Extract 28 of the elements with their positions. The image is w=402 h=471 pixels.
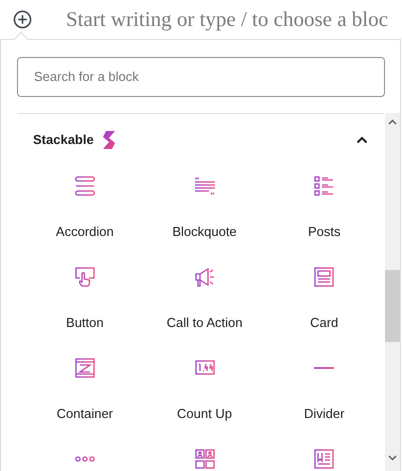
pointer-hand-icon [74,267,95,287]
image-pair-icon[interactable] [194,449,215,469]
category-title: Stackable [33,130,94,149]
search-field[interactable]: Search for a block [17,57,385,97]
block-item[interactable]: Divider [264,347,384,438]
list-icon [314,176,334,196]
scrollbar[interactable] [385,113,400,471]
block-item[interactable]: Card [264,256,384,347]
accordion-icon [74,176,95,196]
container-icon [74,358,95,378]
editor-placeholder[interactable]: Start writing or type / to choose a bloc [66,9,388,30]
card-icon [314,267,334,287]
block-item[interactable]: Blockquote [144,165,264,256]
book-icon[interactable] [314,449,334,469]
chevron-up-icon [356,136,368,144]
block-item[interactable]: Posts [264,165,384,256]
scroll-down-icon[interactable] [388,455,398,461]
quote-lines-icon [194,176,215,196]
scrollbar-thumb[interactable] [385,270,400,342]
megaphone-icon [194,267,215,287]
divider-icon [314,367,334,369]
block-item[interactable]: Accordion [25,165,145,256]
block-item[interactable]: Container [25,347,145,438]
scroll-up-icon[interactable] [388,119,398,125]
block-item[interactable]: Button [25,256,145,347]
block-item[interactable]: Call to Action [144,256,264,347]
add-block-icon[interactable] [13,10,32,29]
block-item[interactable]: Count Up [144,347,264,438]
